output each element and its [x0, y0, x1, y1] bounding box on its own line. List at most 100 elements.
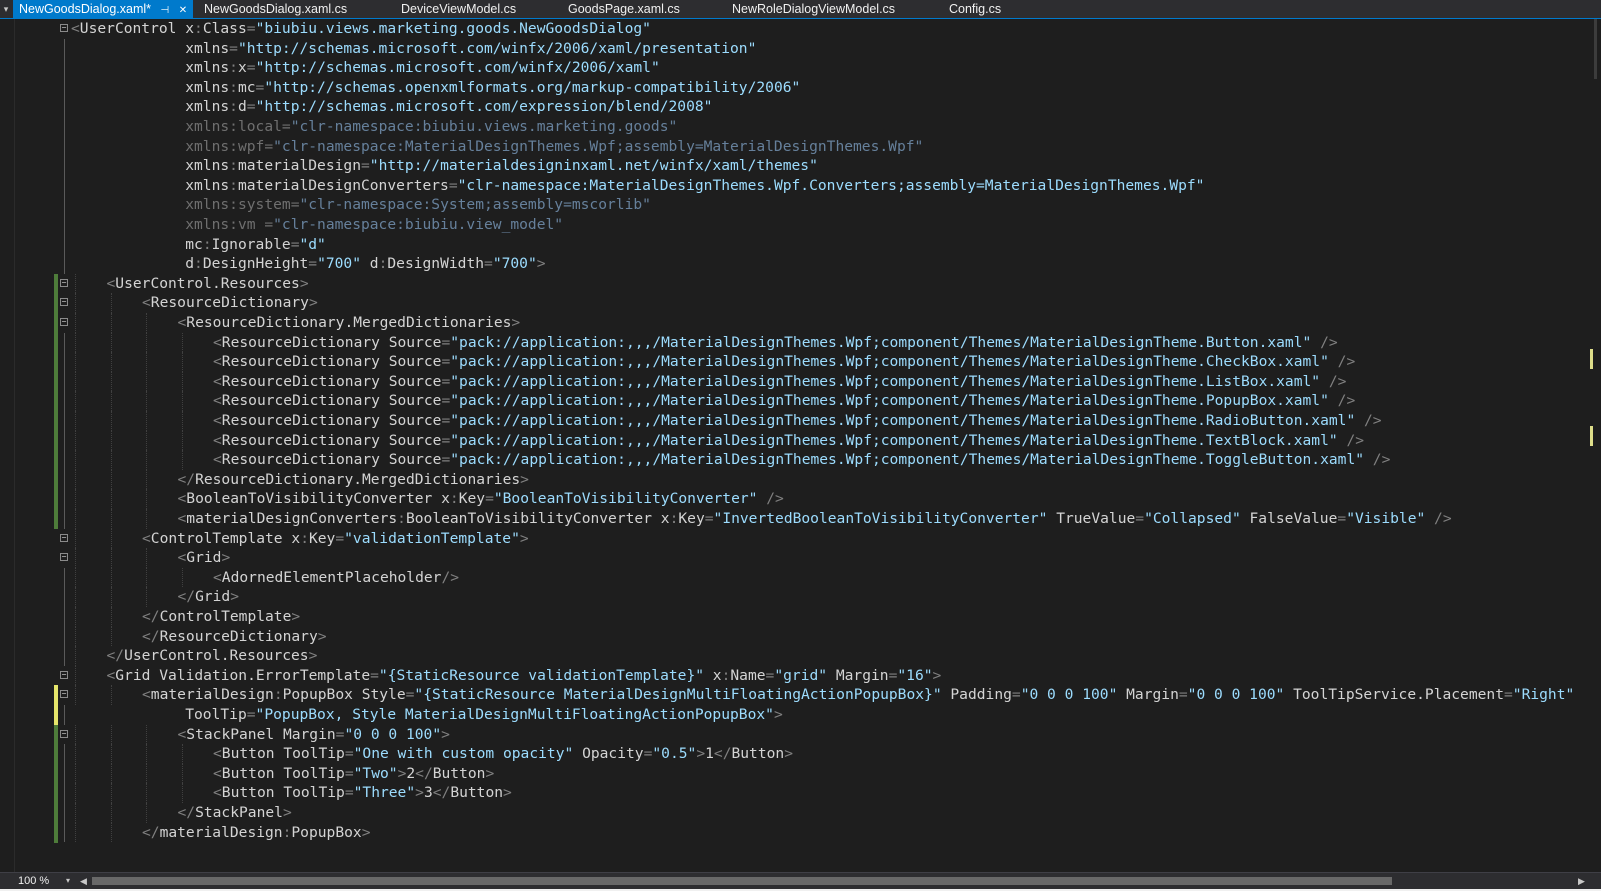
token: =	[344, 745, 354, 763]
tab-list-dropdown-icon[interactable]: ▾	[0, 0, 12, 18]
code-line[interactable]: xmlns:x="http://schemas.microsoft.com/wi…	[0, 58, 1601, 78]
close-icon[interactable]: ✕	[179, 2, 187, 20]
code-line[interactable]: − <Grid>	[0, 548, 1601, 568]
token: </	[177, 588, 196, 606]
code-line[interactable]: xmlns:materialDesign="http://materialdes…	[0, 156, 1601, 176]
vertical-scrollbar[interactable]	[1586, 19, 1601, 872]
token: >	[415, 784, 424, 802]
code-editor[interactable]: − <UserControl x:Class="biubiu.views.mark…	[0, 19, 1601, 872]
tab-config-cs[interactable]: Config.cs	[949, 0, 1001, 18]
code-line[interactable]: <ResourceDictionary Source="pack://appli…	[0, 430, 1601, 451]
tab-label: GoodsPage.xaml.cs	[568, 2, 680, 16]
code-line[interactable]: <BooleanToVisibilityConverter x:Key="Boo…	[0, 489, 1601, 510]
collapse-icon[interactable]: −	[60, 553, 68, 562]
zoom-level[interactable]: 100 %	[18, 873, 49, 889]
scroll-thumb[interactable]	[1594, 19, 1597, 79]
code-line[interactable]: </materialDesign:PopupBox>	[0, 822, 1601, 843]
token: xmlns	[185, 196, 230, 214]
code-line[interactable]: xmlns="http://schemas.microsoft.com/winf…	[0, 38, 1601, 59]
code-line[interactable]: <ResourceDictionary Source="pack://appli…	[0, 450, 1601, 471]
code-line[interactable]: d:DesignHeight="700" d:DesignWidth="700"…	[0, 254, 1601, 274]
change-indicator	[54, 783, 58, 804]
code-line[interactable]: xmlns:local="clr-namespace:biubiu.views.…	[0, 117, 1601, 137]
token: xmlns	[185, 137, 230, 155]
collapse-icon[interactable]: −	[60, 690, 68, 699]
code-line[interactable]: xmlns:d="http://schemas.microsoft.com/ex…	[0, 97, 1601, 117]
code-line[interactable]: mc:Ignorable="d"	[0, 234, 1601, 255]
indent-guide	[75, 626, 77, 647]
indent-guide	[75, 763, 77, 784]
token: <	[177, 510, 187, 527]
code-line[interactable]: <ResourceDictionary Source="pack://appli…	[0, 391, 1601, 412]
indent-guide	[146, 724, 148, 745]
scroll-right-icon[interactable]: ▶	[1578, 873, 1585, 889]
code-line[interactable]: <Button ToolTip="One with custom opacity…	[0, 744, 1601, 765]
code-line[interactable]: xmlns:vm ="clr-namespace:biubiu.view_mod…	[0, 215, 1601, 235]
token: =	[1135, 510, 1145, 527]
code-line[interactable]: </StackPanel>	[0, 803, 1601, 823]
code-line[interactable]: <ResourceDictionary Source="pack://appli…	[0, 332, 1601, 353]
code-line[interactable]: <AdornedElementPlaceholder/>	[0, 567, 1601, 588]
token: >	[291, 608, 301, 625]
code-line[interactable]: − <UserControl x:Class="biubiu.views.mark…	[0, 19, 1601, 39]
tab-goodspage-xaml-cs[interactable]: GoodsPage.xaml.cs	[568, 0, 680, 18]
token: Class	[202, 20, 247, 37]
code-line[interactable]: xmlns:mc="http://schemas.openxmlformats.…	[0, 77, 1601, 98]
code-line[interactable]: <ResourceDictionary Source="pack://appli…	[0, 371, 1601, 392]
token: xmlns	[185, 78, 230, 96]
token: Source	[388, 372, 442, 390]
horizontal-scrollbar[interactable]	[92, 877, 1574, 885]
code-line[interactable]: <Button ToolTip="Two">2</Button>	[0, 763, 1601, 784]
token: <	[213, 412, 222, 429]
outline-line	[64, 254, 65, 274]
code-line[interactable]: xmlns:system="clr-namespace:System;assem…	[0, 195, 1601, 215]
outline-line	[64, 117, 65, 137]
code-line[interactable]: − <Grid Validation.ErrorTemplate="{Static…	[0, 665, 1601, 686]
code-line[interactable]: <ResourceDictionary Source="pack://appli…	[0, 352, 1601, 373]
scroll-left-icon[interactable]: ◀	[80, 873, 87, 889]
code-line[interactable]: − <materialDesign:PopupBox Style = "{Static…	[0, 685, 1601, 706]
tab-deviceviewmodel-cs[interactable]: DeviceViewModel.cs	[401, 0, 516, 18]
token: "700"	[317, 255, 361, 273]
token: Source	[388, 431, 442, 449]
indent-guide	[110, 489, 113, 509]
code-line[interactable]: − <UserControl.Resources>	[0, 273, 1601, 294]
code-line[interactable]: </ResourceDictionary.MergedDictionaries>	[0, 469, 1601, 490]
collapse-icon[interactable]: −	[60, 318, 68, 326]
code-line[interactable]: − <ResourceDictionary.MergedDictionaries>	[0, 313, 1601, 333]
code-text: <BooleanToVisibilityConverter x:Key="Boo…	[178, 489, 784, 509]
token: x	[237, 59, 247, 77]
tab-newroledialogviewmodel-cs[interactable]: NewRoleDialogViewModel.cs	[732, 0, 895, 18]
horizontal-scroll-thumb[interactable]	[92, 877, 1392, 885]
chevron-down-icon[interactable]: ▾	[66, 873, 70, 889]
collapse-icon[interactable]: −	[60, 533, 68, 542]
token: =	[441, 353, 451, 371]
code-text: </Grid>	[178, 587, 240, 607]
token: "http://schemas.openxmlformats.org/marku…	[264, 78, 801, 96]
code-line[interactable]: <ResourceDictionary Source="pack://appli…	[0, 411, 1601, 431]
code-line[interactable]: − <ControlTemplate x:Key="validationTempl…	[0, 528, 1601, 549]
code-line[interactable]: </UserControl.Resources>	[0, 646, 1601, 666]
code-line[interactable]: </ControlTemplate>	[0, 607, 1601, 627]
code-line[interactable]: xmlns:materialDesignConverters="clr-name…	[0, 175, 1601, 196]
collapse-icon[interactable]: −	[60, 670, 68, 679]
code-line[interactable]: </ResourceDictionary>	[0, 626, 1601, 647]
change-indicator	[54, 822, 58, 843]
collapse-icon[interactable]: −	[60, 24, 68, 32]
collapse-icon[interactable]: −	[60, 278, 68, 287]
code-line[interactable]: ToolTip="PopupBox, Style MaterialDesignM…	[0, 705, 1601, 725]
collapse-icon[interactable]: −	[60, 298, 68, 307]
code-line[interactable]: <materialDesignConverters:BooleanToVisib…	[0, 509, 1601, 529]
code-text: <UserControl.Resources>	[107, 274, 309, 294]
code-line[interactable]: xmlns:wpf="clr-namespace:MaterialDesignT…	[0, 136, 1601, 157]
tab-newgoodsdialog-xaml-cs[interactable]: NewGoodsDialog.xaml.cs	[204, 0, 347, 18]
code-line[interactable]: − <ResourceDictionary>	[0, 293, 1601, 314]
tab-newgoodsdialog-xaml[interactable]: NewGoodsDialog.xaml* ⊣ ✕	[13, 0, 194, 20]
token: :	[397, 510, 406, 527]
collapse-icon[interactable]: −	[60, 729, 68, 738]
pin-icon[interactable]: ⊣	[161, 2, 170, 20]
change-indicator	[54, 352, 58, 373]
code-line[interactable]: <Button ToolTip="Three">3</Button>	[0, 783, 1601, 804]
code-line[interactable]: − <StackPanel Margin="0 0 0 100">	[0, 724, 1601, 745]
code-line[interactable]: </Grid>	[0, 587, 1601, 607]
